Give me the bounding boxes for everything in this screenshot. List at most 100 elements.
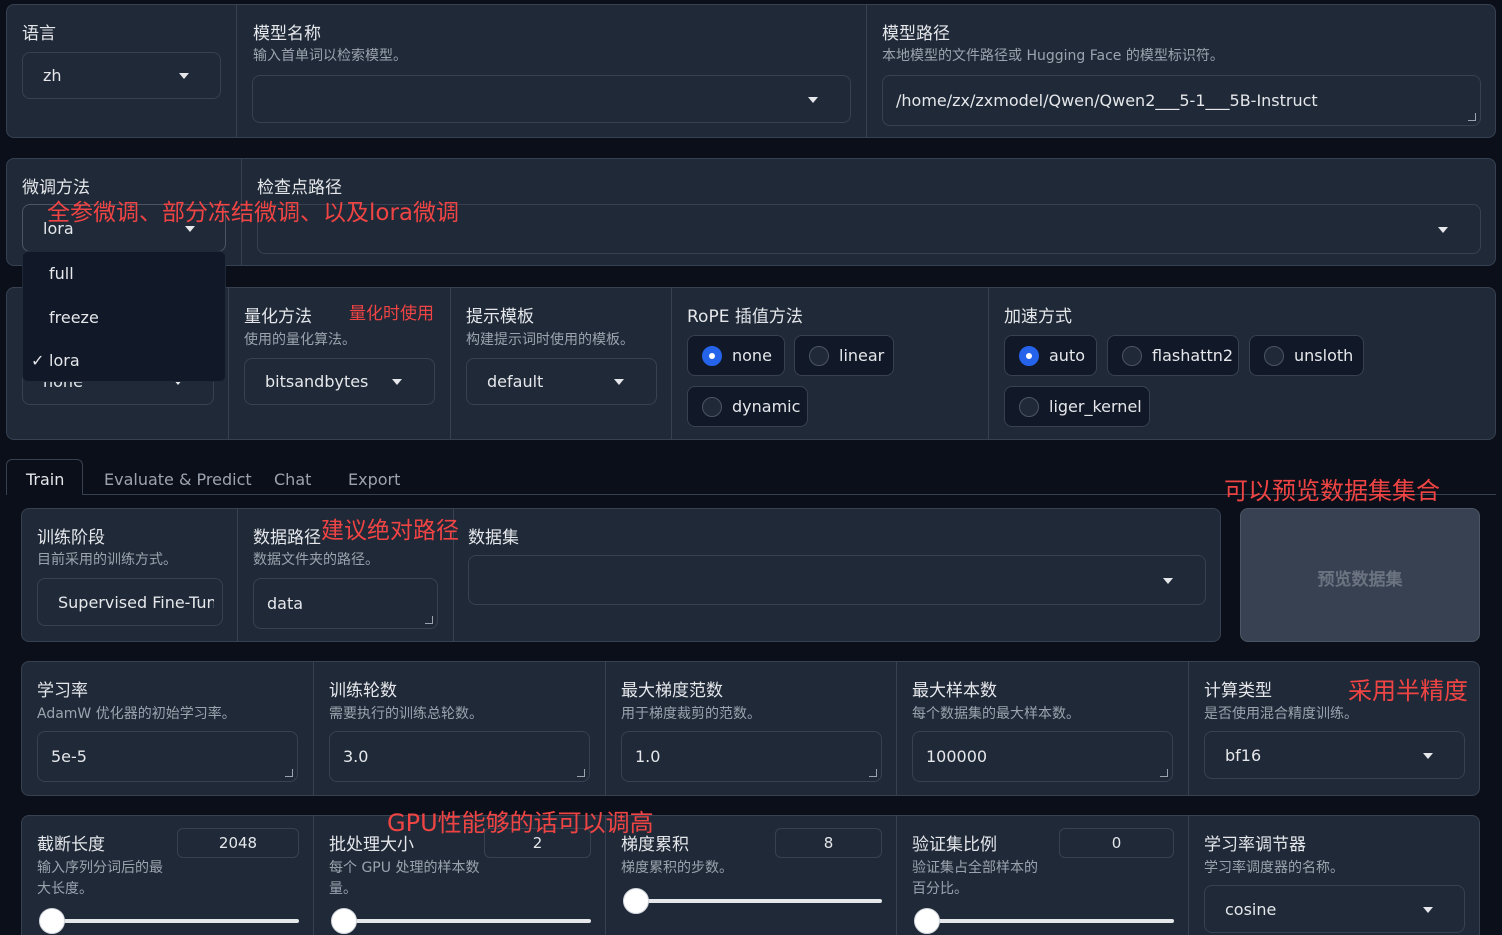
tab-chat[interactable]: Chat xyxy=(274,470,311,489)
grad-accum-slider-thumb[interactable] xyxy=(623,888,649,914)
booster-option-unsloth[interactable]: unsloth xyxy=(1249,335,1364,376)
resize-handle-icon[interactable] xyxy=(1468,113,1476,121)
rope-option-dynamic[interactable]: dynamic xyxy=(687,386,808,427)
val-size-label: 验证集比例 xyxy=(912,835,997,855)
chevron-down-icon xyxy=(1438,227,1448,233)
radio-unselected-icon xyxy=(1264,346,1284,366)
batch-size-info-line1: 每个 GPU 处理的样本数 xyxy=(329,860,480,876)
rope-option-linear[interactable]: linear xyxy=(794,335,894,376)
learning-rate-input[interactable]: 5e-5 xyxy=(37,731,298,782)
val-size-slider-track[interactable] xyxy=(914,919,1174,923)
epochs-input[interactable]: 3.0 xyxy=(329,731,590,782)
radio-unselected-icon xyxy=(1122,346,1142,366)
tab-export[interactable]: Export xyxy=(348,470,400,489)
grad-accum-slider-track[interactable] xyxy=(623,899,882,903)
model-path-input[interactable]: /home/zx/zxmodel/Qwen/Qwen2___5-1___5B-I… xyxy=(882,75,1481,126)
cutoff-len-slider-thumb[interactable] xyxy=(39,908,65,934)
val-size-slider-thumb[interactable] xyxy=(914,908,940,934)
max-grad-norm-cell: 最大梯度范数 用于梯度裁剪的范数。 1.0 xyxy=(605,662,896,795)
chevron-down-icon xyxy=(1163,578,1173,584)
max-samples-value: 100000 xyxy=(926,747,988,766)
booster-option-auto[interactable]: auto xyxy=(1004,335,1097,376)
lr-scheduler-info: 学习率调度器的名称。 xyxy=(1204,860,1344,876)
max-grad-norm-input[interactable]: 1.0 xyxy=(621,731,882,782)
template-dropdown[interactable]: default xyxy=(466,358,657,405)
lr-scheduler-dropdown[interactable]: cosine xyxy=(1204,885,1465,933)
booster-option-label: auto xyxy=(1049,346,1086,365)
booster-option-label: flashattn2 xyxy=(1152,346,1234,365)
resize-handle-icon[interactable] xyxy=(577,769,585,777)
rope-option-label: dynamic xyxy=(732,397,801,416)
batch-size-info-line2: 量。 xyxy=(329,881,357,897)
batch-size-slider-thumb[interactable] xyxy=(331,908,357,934)
max-samples-info: 每个数据集的最大样本数。 xyxy=(912,706,1080,722)
val-size-info-line2: 百分比。 xyxy=(912,881,968,897)
stage-label: 训练阶段 xyxy=(37,528,105,548)
dataset-dir-input[interactable]: data xyxy=(253,578,438,629)
batch-size-slider-track[interactable] xyxy=(331,919,591,923)
chevron-down-icon xyxy=(1423,907,1433,913)
path-annotation: 建议绝对路径 xyxy=(321,518,459,544)
tab-label: Train xyxy=(26,470,65,489)
max-samples-label: 最大样本数 xyxy=(912,681,997,701)
booster-option-liger-kernel[interactable]: liger_kernel xyxy=(1004,386,1150,427)
template-cell: 提示模板 构建提示词时使用的模板。 default xyxy=(450,288,671,439)
model-name-dropdown[interactable] xyxy=(252,75,851,123)
rope-option-label: linear xyxy=(839,346,885,365)
quant-method-label: 量化方法 xyxy=(244,307,312,327)
cutoff-len-slider-track[interactable] xyxy=(39,919,299,923)
lr-scheduler-label: 学习率调节器 xyxy=(1204,835,1306,855)
quant-annotation: 量化时使用 xyxy=(349,304,434,324)
max-grad-norm-label: 最大梯度范数 xyxy=(621,681,723,701)
cutoff-len-number[interactable]: 2048 xyxy=(177,828,299,858)
dataset-dropdown[interactable] xyxy=(468,555,1206,605)
rope-label: RoPE 插值方法 xyxy=(687,307,803,327)
val-size-number[interactable]: 0 xyxy=(1059,828,1174,858)
template-info: 构建提示词时使用的模板。 xyxy=(466,332,634,348)
radio-selected-icon xyxy=(702,346,722,366)
learning-rate-info: AdamW 优化器的初始学习率。 xyxy=(37,706,236,722)
tab-train[interactable]: Train xyxy=(6,459,83,495)
advanced-row: none 量化方法 使用的量化算法。 bitsandbytes 提示模板 构建提… xyxy=(6,287,1496,440)
chevron-down-icon xyxy=(392,379,402,385)
preview-dataset-button[interactable]: 预览数据集 xyxy=(1240,508,1480,642)
menu-option-lora[interactable]: ✓ lora xyxy=(23,340,227,383)
max-grad-norm-value: 1.0 xyxy=(635,747,661,766)
finetune-method-menu: full freeze ✓ lora xyxy=(22,251,226,382)
model-path-label: 模型路径 xyxy=(882,24,950,44)
compute-type-info: 是否使用混合精度训练。 xyxy=(1204,706,1358,722)
learning-rate-value: 5e-5 xyxy=(51,747,87,766)
menu-option-label: full xyxy=(49,264,74,283)
booster-option-flashattn2[interactable]: flashattn2 xyxy=(1107,335,1239,376)
compute-type-dropdown[interactable]: bf16 xyxy=(1204,731,1465,779)
language-dropdown[interactable]: zh xyxy=(22,52,221,99)
menu-option-label: lora xyxy=(49,351,80,370)
template-label: 提示模板 xyxy=(466,307,534,327)
resize-handle-icon[interactable] xyxy=(425,616,433,624)
menu-option-full[interactable]: full xyxy=(23,252,227,296)
grad-accum-number[interactable]: 8 xyxy=(775,828,882,858)
resize-handle-icon[interactable] xyxy=(285,769,293,777)
val-size-info-line1: 验证集占全部样本的 xyxy=(912,860,1038,876)
lr-scheduler-value: cosine xyxy=(1225,900,1277,919)
rope-cell: RoPE 插值方法 none linear dynamic xyxy=(671,288,988,439)
resize-handle-icon[interactable] xyxy=(869,769,877,777)
menu-option-freeze[interactable]: freeze xyxy=(23,296,227,340)
radio-unselected-icon xyxy=(702,397,722,417)
model-path-info: 本地模型的文件路径或 Hugging Face 的模型标识符。 xyxy=(882,48,1224,64)
stage-dropdown[interactable]: Supervised Fine-Tun xyxy=(37,578,223,626)
stage-info: 目前采用的训练方式。 xyxy=(37,552,177,568)
chevron-down-icon xyxy=(808,97,818,103)
tab-evaluate-predict[interactable]: Evaluate & Predict xyxy=(104,470,252,489)
radio-selected-icon xyxy=(1019,346,1039,366)
check-icon: ✓ xyxy=(31,351,45,370)
cutoff-len-label: 截断长度 xyxy=(37,835,105,855)
template-value: default xyxy=(487,372,544,391)
quant-method-dropdown[interactable]: bitsandbytes xyxy=(244,358,435,405)
cutoff-len-info-line2: 大长度。 xyxy=(37,881,93,897)
resize-handle-icon[interactable] xyxy=(1160,769,1168,777)
max-samples-input[interactable]: 100000 xyxy=(912,731,1173,782)
stage-value: Supervised Fine-Tun xyxy=(58,593,214,612)
dataset-dir-value: data xyxy=(267,594,304,613)
rope-option-none[interactable]: none xyxy=(687,335,785,376)
